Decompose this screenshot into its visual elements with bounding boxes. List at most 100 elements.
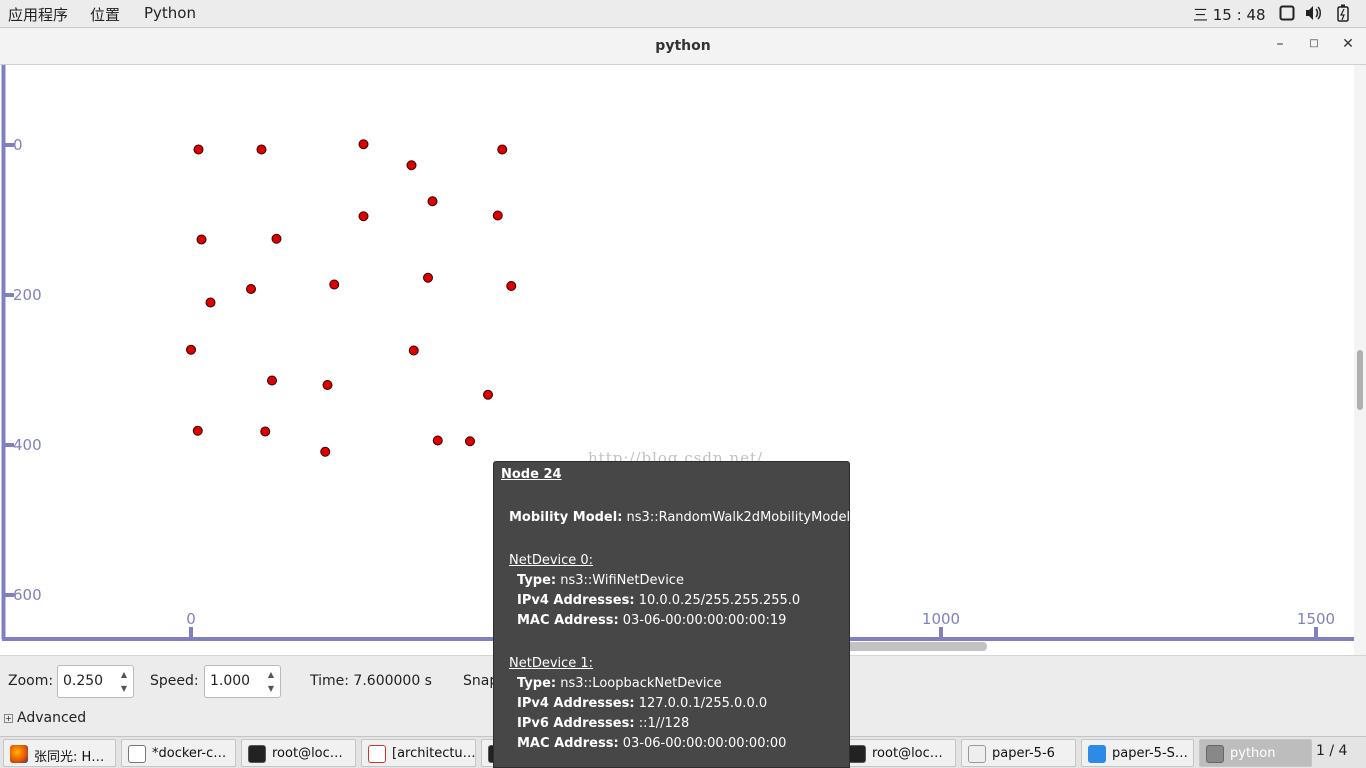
maximize-button[interactable]: □	[1304, 38, 1324, 58]
task-label: 张同光: H…	[34, 750, 105, 765]
node-marker[interactable]	[497, 144, 508, 155]
task-text-editor[interactable]: *docker-c…	[121, 739, 236, 767]
task-label: root@loc…	[272, 746, 343, 761]
clock[interactable]: 三 15 : 48	[1193, 4, 1266, 25]
node-layer[interactable]	[186, 139, 517, 457]
vertical-scrollbar[interactable]	[1354, 65, 1366, 655]
battery-icon[interactable]	[1337, 4, 1349, 26]
node-marker[interactable]	[186, 344, 196, 355]
node-marker[interactable]	[246, 284, 256, 294]
node-marker[interactable]	[205, 297, 216, 308]
node-marker[interactable]	[432, 435, 443, 446]
expander-plus-icon[interactable]: +	[4, 714, 13, 723]
node-marker[interactable]	[408, 345, 419, 356]
workspace-pager[interactable]: 1 / 4	[1316, 743, 1347, 759]
tooltip-node-title: Node 24	[501, 467, 562, 482]
vertical-scroll-thumb[interactable]	[1357, 350, 1363, 410]
netdevice-0-mac: MAC Address: 03-06-00:00:00:00:00:19	[517, 613, 786, 628]
top-panel: 应用程序 位置 Python 三 15 : 48	[0, 0, 1366, 28]
advanced-label[interactable]: Advanced	[17, 710, 86, 726]
netdevice-0-ipv4: IPv4 Addresses: 10.0.0.25/255.255.255.0	[517, 593, 800, 608]
netdevice-1-ipv6: IPv6 Addresses: ::1//128	[517, 716, 689, 731]
node-marker[interactable]	[506, 281, 517, 291]
terminal-icon	[848, 745, 866, 763]
task-wps[interactable]: paper-5-S…	[1081, 739, 1194, 767]
netdevice-1-title: NetDevice 1:	[509, 656, 594, 671]
speed-up-arrow-icon[interactable]: ▲	[265, 668, 277, 682]
zoom-down-arrow-icon[interactable]: ▼	[118, 682, 130, 696]
y-tick-label: 400	[13, 436, 42, 454]
window-titlebar[interactable]: python – □ ✕	[0, 28, 1366, 65]
task-terminal-3[interactable]: root@loc…	[841, 739, 956, 767]
task-terminal-1[interactable]: root@loc…	[241, 739, 356, 767]
x-tick-label: 0	[186, 610, 196, 628]
window-title: python	[655, 38, 711, 54]
ipv4-value: 10.0.0.25/255.255.255.0	[638, 593, 801, 608]
mobility-label: Mobility Model:	[509, 510, 623, 525]
type-value: ns3::LoopbackNetDevice	[560, 676, 722, 691]
mac-label: MAC Address:	[517, 613, 619, 628]
speed-down-arrow-icon[interactable]: ▼	[265, 682, 277, 696]
speed-spinbox[interactable]: 1.000 ▲ ▼	[204, 665, 281, 698]
y-tick-label: 200	[13, 286, 42, 304]
x-tick-label: 1500	[1297, 610, 1335, 628]
type-value: ns3::WifiNetDevice	[560, 573, 684, 588]
zoom-value[interactable]: 0.250	[63, 673, 103, 689]
node-marker[interactable]	[329, 279, 340, 290]
node-marker[interactable]	[256, 144, 267, 155]
speed-label: Speed:	[150, 673, 199, 689]
speed-value[interactable]: 1.000	[210, 673, 250, 689]
window-icon[interactable]	[1279, 5, 1295, 25]
places-menu[interactable]: 位置	[90, 4, 120, 25]
node-marker[interactable]	[358, 211, 369, 222]
zoom-spinbox[interactable]: 0.250 ▲ ▼	[57, 665, 134, 698]
ipv4-value: 127.0.0.1/255.0.0.0	[638, 696, 768, 711]
task-label: paper-5-S…	[1112, 746, 1188, 761]
zoom-up-arrow-icon[interactable]: ▲	[118, 668, 130, 682]
task-label: paper-5-6	[992, 746, 1055, 761]
node-marker[interactable]	[193, 144, 204, 155]
netdevice-1-mac: MAC Address: 03-06-00:00:00:00:00:00	[517, 736, 786, 751]
time-display: Time: 7.600000 s	[310, 673, 432, 689]
node-marker[interactable]	[483, 389, 493, 400]
netdevice-1-ipv4: IPv4 Addresses: 127.0.0.1/255.0.0.0	[517, 696, 767, 711]
x-tick-label: 1000	[922, 610, 960, 628]
node-marker[interactable]	[260, 426, 271, 437]
advanced-expander[interactable]: + Advanced	[4, 710, 86, 726]
node-marker[interactable]	[427, 196, 438, 207]
node-marker[interactable]	[271, 233, 282, 244]
applications-menu[interactable]: 应用程序	[8, 4, 68, 25]
node-marker[interactable]	[406, 160, 417, 171]
node-marker[interactable]	[465, 436, 475, 447]
task-document-viewer[interactable]: [architectu…	[361, 739, 476, 767]
y-tick-label: 0	[13, 136, 23, 154]
ipv6-label: IPv6 Addresses:	[517, 716, 635, 731]
task-python[interactable]: python	[1199, 739, 1312, 767]
python-app-menu[interactable]: Python	[144, 4, 196, 22]
wps-icon	[1088, 745, 1106, 763]
ipv4-label: IPv4 Addresses:	[517, 593, 635, 608]
task-label: *docker-c…	[152, 746, 227, 761]
minimize-button[interactable]: –	[1270, 36, 1290, 56]
node-marker[interactable]	[358, 139, 369, 150]
terminal-icon	[248, 745, 266, 763]
node-marker[interactable]	[196, 234, 207, 245]
close-button[interactable]: ✕	[1338, 36, 1358, 56]
node-marker[interactable]	[423, 272, 433, 283]
netdevice-0-title: NetDevice 0:	[509, 553, 594, 568]
firefox-icon	[10, 745, 28, 763]
task-label: [architectu…	[392, 746, 476, 761]
text-editor-icon	[128, 745, 146, 763]
task-firefox[interactable]: 张同光: H…	[3, 739, 116, 767]
node-marker[interactable]	[192, 425, 203, 436]
type-label: Type:	[517, 676, 557, 691]
node-marker[interactable]	[492, 210, 503, 221]
zoom-label: Zoom:	[8, 673, 54, 689]
task-paper-5-6[interactable]: paper-5-6	[961, 739, 1076, 767]
document-viewer-icon	[368, 745, 386, 763]
volume-icon[interactable]	[1305, 5, 1323, 25]
node-marker[interactable]	[267, 375, 277, 386]
ipv6-value: ::1//128	[638, 716, 690, 731]
node-marker[interactable]	[320, 446, 331, 457]
node-marker[interactable]	[322, 380, 333, 390]
